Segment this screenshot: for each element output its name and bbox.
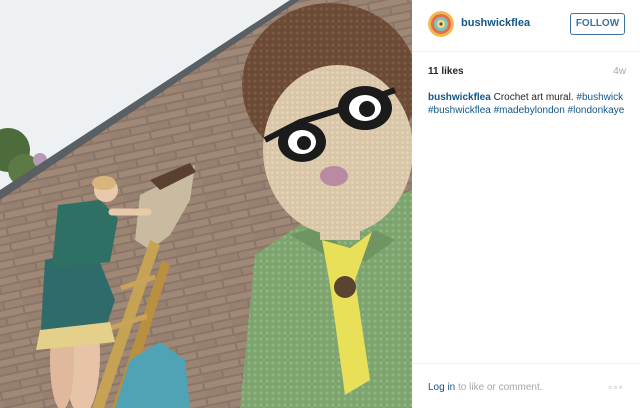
post-photo <box>0 0 412 408</box>
post-footer: Log in to like or comment. ◦◦◦ <box>412 363 640 408</box>
avatar[interactable] <box>428 11 454 37</box>
post-time[interactable]: 4w <box>613 66 626 77</box>
hashtag-link[interactable]: #bushwick <box>576 92 623 103</box>
post-caption: bushwickflea Crochet art mural. #bushwic… <box>428 91 628 117</box>
crochet-mural-photo <box>0 0 412 408</box>
post-sidebar: bushwickflea FOLLOW 11 likes 4w bushwick… <box>412 0 640 408</box>
likes-count[interactable]: 11 likes <box>428 66 464 77</box>
caption-username[interactable]: bushwickflea <box>428 92 491 103</box>
post-header: bushwickflea FOLLOW <box>412 0 640 52</box>
hashtag-link[interactable]: #madebylondon <box>494 105 565 116</box>
hashtag-link[interactable]: #londonkaye <box>568 105 625 116</box>
mandala-icon <box>428 11 454 37</box>
username-link[interactable]: bushwickflea <box>461 17 530 29</box>
post-stats: 11 likes 4w <box>428 66 626 80</box>
login-link[interactable]: Log in <box>428 382 455 393</box>
login-prompt: Log in to like or comment. <box>428 382 543 393</box>
follow-button[interactable]: FOLLOW <box>570 13 625 35</box>
login-prompt-text: to like or comment. <box>458 382 543 393</box>
caption-text: Crochet art mural. <box>493 92 574 103</box>
hashtag-link[interactable]: #bushwickflea <box>428 105 491 116</box>
more-options-icon[interactable]: ◦◦◦ <box>608 380 624 394</box>
